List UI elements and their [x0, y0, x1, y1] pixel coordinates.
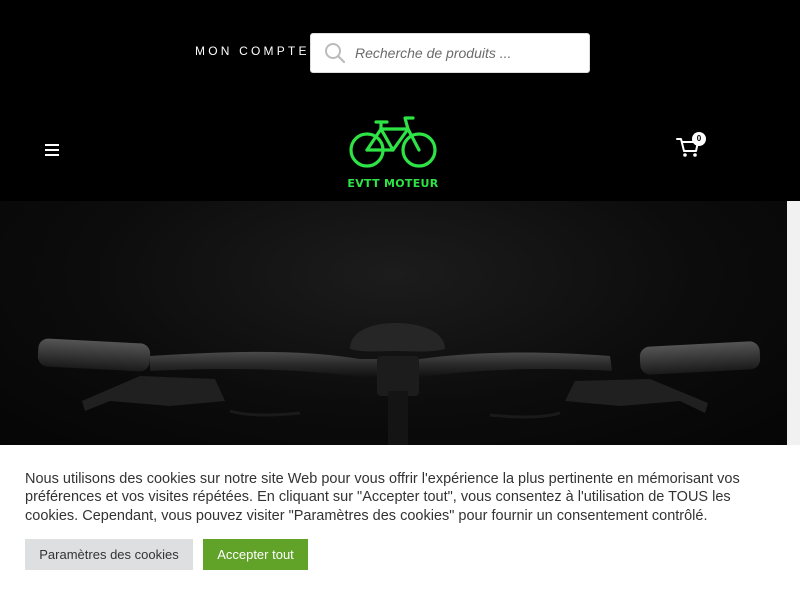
cookie-settings-button[interactable]: Paramètres des cookies: [25, 539, 193, 570]
cookie-consent-banner: Nous utilisons des cookies sur notre sit…: [0, 445, 800, 600]
cart-button[interactable]: 0: [676, 132, 706, 160]
product-search: [310, 33, 590, 73]
my-account-link[interactable]: MON COMPTE: [195, 44, 310, 58]
accept-all-button[interactable]: Accepter tout: [203, 539, 308, 570]
hero-image: [0, 201, 787, 445]
bike-handlebar-photo: [37, 323, 761, 445]
top-bar: MON COMPTE: [0, 0, 800, 100]
logo-text: EVTT MOTEUR: [347, 177, 439, 190]
cookie-message: Nous utilisons des cookies sur notre sit…: [25, 471, 740, 524]
cart-count-badge: 0: [692, 132, 706, 146]
scrollbar[interactable]: [787, 201, 800, 445]
menu-icon[interactable]: [45, 144, 59, 156]
search-input[interactable]: [355, 45, 575, 61]
search-icon[interactable]: [315, 34, 355, 72]
site-logo[interactable]: EVTT MOTEUR: [345, 114, 441, 190]
bicycle-logo-icon: [349, 116, 437, 168]
site-header: EVTT MOTEUR 0: [0, 100, 800, 201]
